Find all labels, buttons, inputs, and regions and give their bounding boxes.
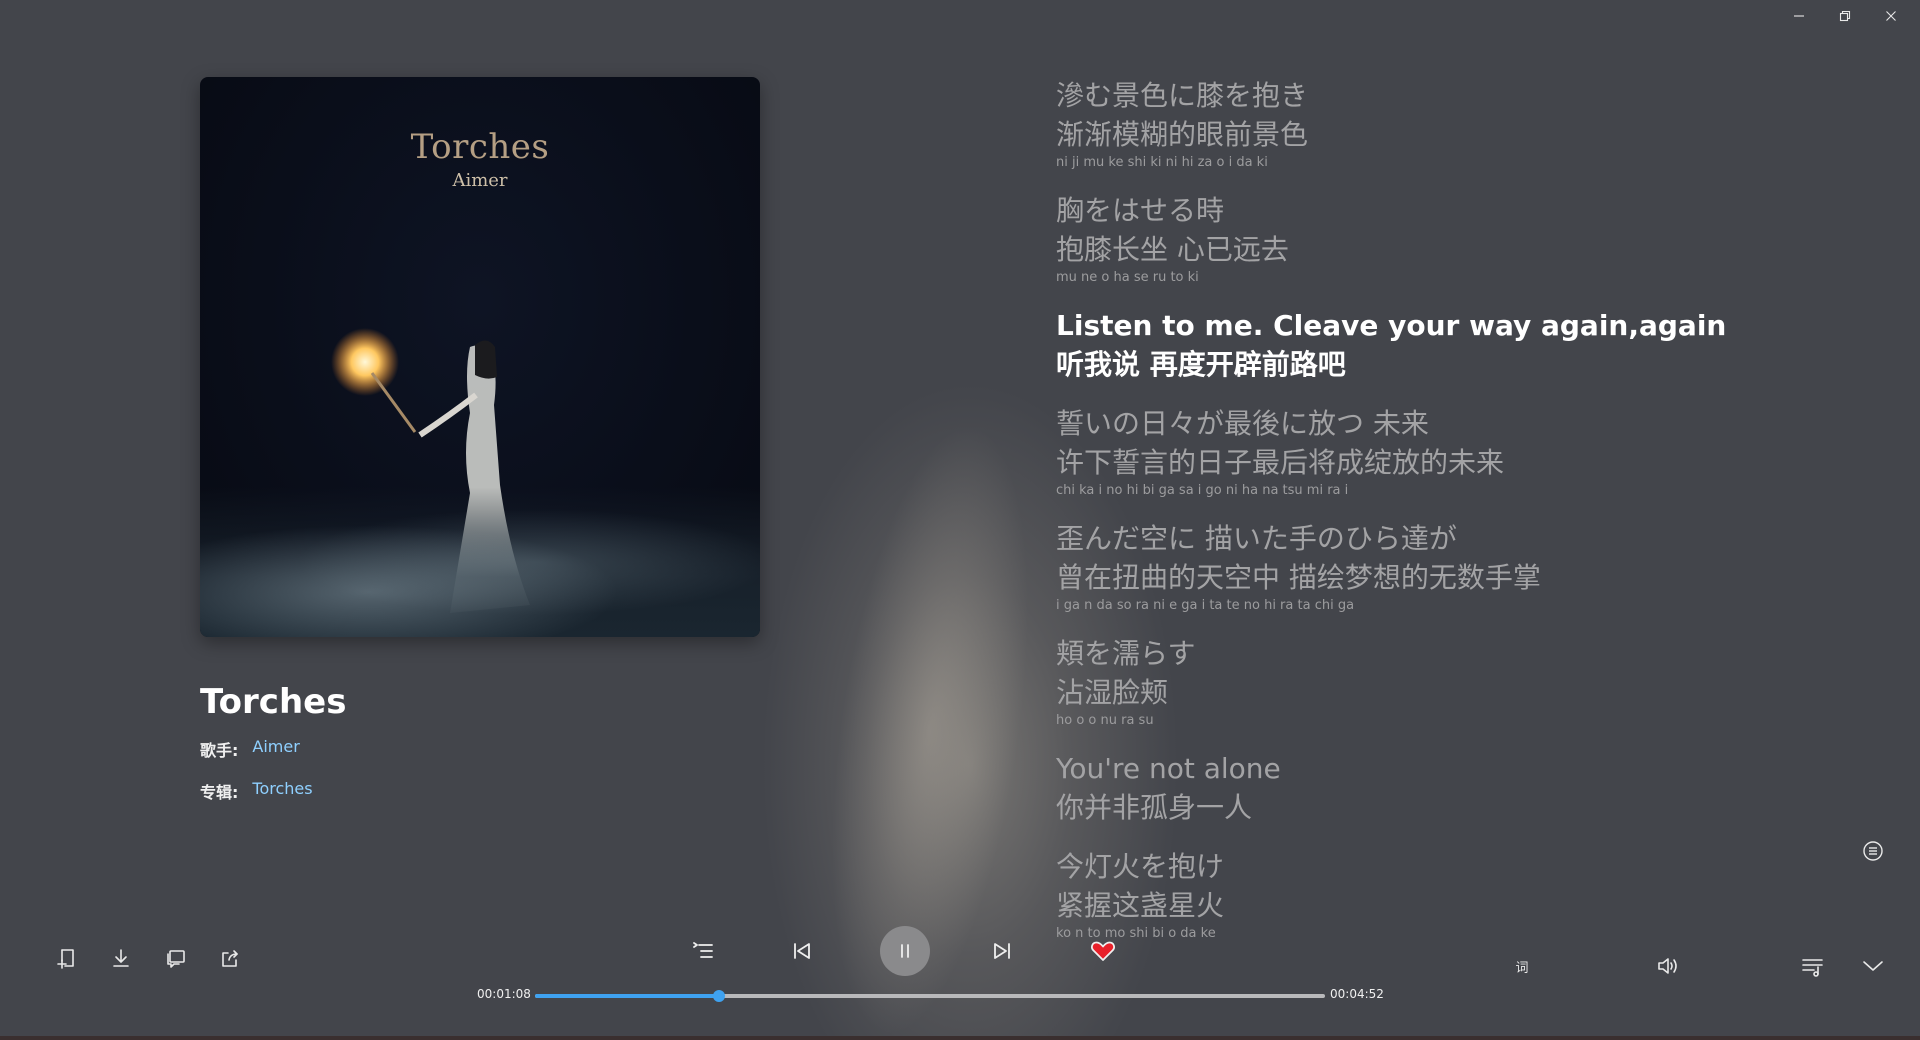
- like-button[interactable]: [1090, 940, 1116, 962]
- lyrics-panel: 滲む景色に膝を抱き 渐渐模糊的眼前景色 ni ji mu ke shi ki n…: [1056, 76, 1727, 962]
- album-link[interactable]: Torches: [252, 779, 312, 803]
- lyric-translation: 紧握这盏星火: [1056, 889, 1225, 922]
- heart-icon: [1091, 941, 1115, 961]
- next-button[interactable]: [990, 940, 1014, 962]
- bottom-border: [0, 1036, 1920, 1040]
- background-glow-beam: [797, 410, 1063, 1040]
- close-button[interactable]: [1868, 4, 1914, 28]
- share-icon: [222, 950, 238, 967]
- playlist-button[interactable]: [690, 940, 716, 962]
- lyric-original: 誓いの日々が最後に放つ 未来: [1056, 407, 1429, 440]
- album-row: 专辑: Torches: [200, 779, 313, 803]
- lyric-line[interactable]: 歪んだ空に 描いた手のひら達が 曾在扭曲的天空中 描绘梦想的无数手掌 i ga …: [1056, 519, 1696, 614]
- share-button[interactable]: [217, 945, 243, 971]
- lyric-romaji: i ga n da so ra ni e ga i ta te no hi ra…: [1056, 598, 1355, 613]
- playlist-icon: [693, 942, 713, 958]
- volume-button[interactable]: [1656, 955, 1682, 977]
- total-time: 00:04:52: [1330, 987, 1384, 1001]
- add-to-playlist-button[interactable]: [54, 945, 80, 971]
- lyric-translation: 许下誓言的日子最后将成绽放的未来: [1056, 446, 1505, 479]
- queue-button[interactable]: [1800, 955, 1826, 977]
- cover-artist: Aimer: [452, 170, 508, 191]
- lyric-original: You're not alone: [1056, 752, 1281, 785]
- lyric-translation: 听我说 再度开辟前路吧: [1056, 348, 1346, 381]
- artist-row: 歌手: Aimer: [200, 737, 300, 761]
- lyric-line[interactable]: You're not alone 你并非孤身一人: [1056, 749, 1696, 827]
- lyric-line[interactable]: 頬を濡らす 沾湿脸颊 ho o o nu ra su: [1056, 634, 1696, 729]
- minimize-button[interactable]: [1776, 4, 1822, 28]
- close-icon: [1886, 11, 1896, 21]
- collapse-button[interactable]: [1860, 955, 1886, 977]
- lyric-translation: 抱膝长坐 心已远去: [1056, 233, 1289, 266]
- cover-water: [200, 487, 760, 637]
- lyric-original: Listen to me. Cleave your way again,agai…: [1056, 309, 1727, 342]
- lyric-toggle-button[interactable]: 词: [1512, 955, 1532, 977]
- lyric-original: 頬を濡らす: [1056, 637, 1196, 670]
- progress-fill: [535, 994, 719, 998]
- lyric-romaji: ho o o nu ra su: [1056, 713, 1154, 728]
- window-controls: [1776, 4, 1914, 28]
- volume-icon: [1658, 958, 1677, 974]
- lyric-translation: 渐渐模糊的眼前景色: [1056, 118, 1309, 151]
- lyric-original: 滲む景色に膝を抱き: [1056, 79, 1309, 112]
- lyric-menu-icon: [1863, 841, 1883, 861]
- add-to-playlist-icon: [57, 949, 74, 969]
- progress-track[interactable]: [535, 990, 1325, 1002]
- lyric-menu-button[interactable]: [1862, 840, 1884, 862]
- comment-icon: [167, 950, 185, 968]
- queue-icon: [1802, 959, 1823, 977]
- lyric-original: 胸をはせる時: [1056, 194, 1225, 227]
- lyric-line[interactable]: 誓いの日々が最後に放つ 未来 许下誓言的日子最后将成绽放的未来 chi ka i…: [1056, 404, 1696, 499]
- lyric-romaji: mu ne o ha se ru to ki: [1056, 270, 1199, 285]
- lyric-line[interactable]: 今灯火を抱け 紧握这盏星火 ko n to mo shi bi o da ke: [1056, 847, 1696, 942]
- download-button[interactable]: [108, 945, 134, 971]
- lyric-line[interactable]: 胸をはせる時 抱膝长坐 心已远去 mu ne o ha se ru to ki: [1056, 191, 1696, 286]
- lyric-line[interactable]: 滲む景色に膝を抱き 渐渐模糊的眼前景色 ni ji mu ke shi ki n…: [1056, 76, 1696, 171]
- restore-button[interactable]: [1822, 4, 1868, 28]
- restore-icon: [1839, 10, 1851, 22]
- lyric-translation: 你并非孤身一人: [1056, 791, 1253, 824]
- pause-button[interactable]: [880, 926, 930, 976]
- lyric-translation: 曾在扭曲的天空中 描绘梦想的无数手掌: [1056, 561, 1541, 594]
- lyric-romaji: ko n to mo shi bi o da ke: [1056, 926, 1216, 941]
- lyric-romaji: ni ji mu ke shi ki ni hi za o i da ki: [1056, 155, 1268, 170]
- album-label: 专辑:: [200, 783, 239, 802]
- album-cover: Torches Aimer: [200, 77, 760, 637]
- lyric-translation: 沾湿脸颊: [1056, 676, 1169, 709]
- cover-title: Torches: [410, 127, 550, 167]
- lyric-toggle-label: 词: [1515, 960, 1529, 976]
- lyric-romaji: chi ka i no hi bi ga sa i go ni ha na ts…: [1056, 483, 1349, 498]
- artist-label: 歌手:: [200, 741, 239, 760]
- collapse-icon: [1863, 961, 1883, 971]
- pause-icon: [901, 944, 909, 958]
- lyric-original: 歪んだ空に 描いた手のひら達が: [1056, 522, 1457, 555]
- artist-link[interactable]: Aimer: [252, 737, 299, 761]
- comment-button[interactable]: [163, 945, 189, 971]
- lyric-original: 今灯火を抱け: [1056, 850, 1225, 883]
- download-icon: [113, 949, 129, 967]
- previous-icon: [794, 943, 810, 959]
- current-time: 00:01:08: [477, 987, 531, 1001]
- song-title: Torches: [200, 682, 347, 722]
- previous-button[interactable]: [790, 940, 814, 962]
- next-icon: [994, 943, 1010, 959]
- lyric-line-active[interactable]: Listen to me. Cleave your way again,agai…: [1056, 306, 1727, 384]
- progress-thumb[interactable]: [712, 990, 725, 1002]
- minimize-icon: [1794, 15, 1804, 17]
